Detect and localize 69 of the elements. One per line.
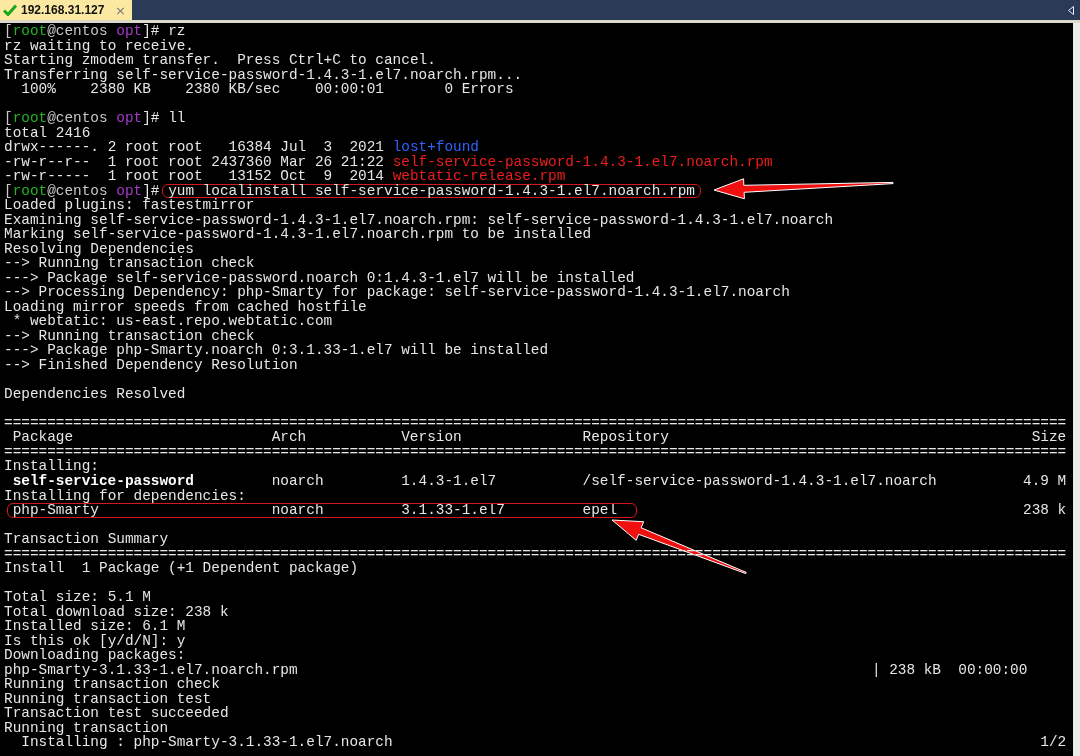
tab-title: 192.168.31.127 xyxy=(21,3,105,17)
table-cell-text: noarch xyxy=(271,474,325,489)
table-cell-text: /self-service-password-1.4.3-1.el7.noarch xyxy=(582,474,938,489)
terminal-line: Marking self-service-password-1.4.3-1.el7.noarch.rpm to be installed xyxy=(4,226,592,243)
terminal-line: Installing for dependencies: xyxy=(4,487,246,504)
terminal-line: Installing: xyxy=(4,458,99,475)
terminal-line: Running transaction test xyxy=(4,690,212,707)
terminal-line: Running transaction xyxy=(4,719,169,736)
file-details: -rw-r--r-- 1 root root 2437360 Mar 26 21:22 xyxy=(4,153,384,170)
shell-command: ll xyxy=(168,110,186,127)
download-stats: | 238 kB 00:00:00 xyxy=(871,662,1029,678)
column-header: Version xyxy=(401,430,463,445)
table-cell-text: php-Smarty xyxy=(12,503,100,518)
shell-prompt: [root@centos opt]# xyxy=(4,23,160,39)
file-name: webtatic-release.rpm xyxy=(392,168,566,185)
file-name: lost+found xyxy=(392,139,479,156)
table-cell-text: 3.1.33-1.el7 xyxy=(401,503,506,518)
terminal-line: rz waiting to receive. xyxy=(4,37,194,54)
download-file: php-Smarty-3.1.33-1.el7.noarch.rpm xyxy=(4,662,299,678)
scrollbar[interactable] xyxy=(1073,23,1080,756)
table-cell-text: self-service-password xyxy=(12,474,195,489)
terminal-line: Examining self-service-password-1.4.3-1.el7.noarch.rpm: self-service-password-1.4.3-1.el7.noarch xyxy=(4,211,834,228)
terminal-line: Total size: 5.1 M xyxy=(4,589,151,606)
terminal-line: Total download size: 238 k xyxy=(4,603,229,620)
terminal-line: --> Finished Dependency Resolution xyxy=(4,356,298,373)
terminal-line: --> Running transaction check xyxy=(4,255,255,272)
column-header: Repository xyxy=(582,430,670,445)
table-cell: 4.9 M xyxy=(1023,474,1067,489)
column-header: Package xyxy=(11,430,75,445)
terminal-line: Resolving Dependencies xyxy=(4,240,194,257)
file-details: drwx------. 2 root root 16384 Jul 3 2021 xyxy=(4,139,384,156)
separator-line: =========================================================================================================================== xyxy=(4,414,1067,431)
table-cell-text: noarch xyxy=(271,503,325,518)
highlighted-command: yum localinstall self-service-password-1.4.3-1.el7.noarch.rpm xyxy=(162,183,701,199)
terminal-line: Loading mirror speeds from cached hostfile xyxy=(4,298,367,315)
table-cell-text: 1.4.3-1.el7 xyxy=(401,474,498,489)
file-name: self-service-password-1.4.3-1.el7.noarch.rpm xyxy=(392,153,773,170)
terminal-line: --> Processing Dependency: php-Smarty for package: self-service-password-1.4.3-1.el7.noarch xyxy=(4,284,790,301)
terminal-line: Transaction test succeeded xyxy=(4,705,229,722)
shell-prompt: [root@centos opt]# xyxy=(4,182,160,199)
separator-line: =========================================================================================================================== xyxy=(4,443,1067,460)
terminal-line: Transaction Summary xyxy=(4,531,169,548)
terminal-line: 100% 2380 KB 2380 KB/sec 00:00:01 0 Errors xyxy=(21,81,514,98)
terminal-line: Running transaction check xyxy=(4,676,220,693)
terminal-line: Starting zmodem transfer. Press Ctrl+C to cancel. xyxy=(4,52,436,69)
terminal-line: total 2416 xyxy=(4,124,91,141)
terminal-line: ---> Package self-service-password.noarch 0:1.4.3-1.el7 will be installed xyxy=(4,269,635,286)
table-cell-text: epel xyxy=(582,503,619,518)
terminal-line: Installed size: 6.1 M xyxy=(4,618,186,635)
terminal-line: Install 1 Package (+1 Dependent package) xyxy=(4,560,359,577)
step-count: 1/2 xyxy=(1040,735,1067,750)
close-button[interactable]: × xyxy=(115,3,126,17)
terminal-line: * webtatic: us-east.repo.webtatic.com xyxy=(12,313,333,330)
file-details: -rw-r----- 1 root root 13152 Oct 9 2014 xyxy=(4,168,384,185)
terminal-line: Loaded plugins: fastestmirror xyxy=(4,197,255,214)
shell-prompt: [root@centos opt]# xyxy=(4,110,160,127)
terminal-line: Dependencies Resolved xyxy=(4,385,186,402)
left-triangle-icon[interactable] xyxy=(1068,5,1074,15)
shell-command: rz xyxy=(168,23,186,39)
terminal-line: Downloading packages: xyxy=(4,647,186,664)
terminal-line: ---> Package php-Smarty.noarch 0:3.1.33-1.el7 will be installed xyxy=(4,342,549,359)
session-tab[interactable]: 192.168.31.127 × xyxy=(0,0,132,20)
column-header: Size xyxy=(1031,430,1067,445)
terminal-line: --> Running transaction check xyxy=(4,327,255,344)
install-step: Installing : php-Smarty-3.1.33-1.el7.noarch xyxy=(4,735,1041,750)
table-cell: 238 k xyxy=(1023,503,1067,518)
column-header: Arch xyxy=(271,430,308,445)
terminal-line: Is this ok [y/d/N]: y xyxy=(4,632,186,649)
terminal-line: Transferring self-service-password-1.4.3-1.el7.noarch.rpm... xyxy=(4,66,523,83)
